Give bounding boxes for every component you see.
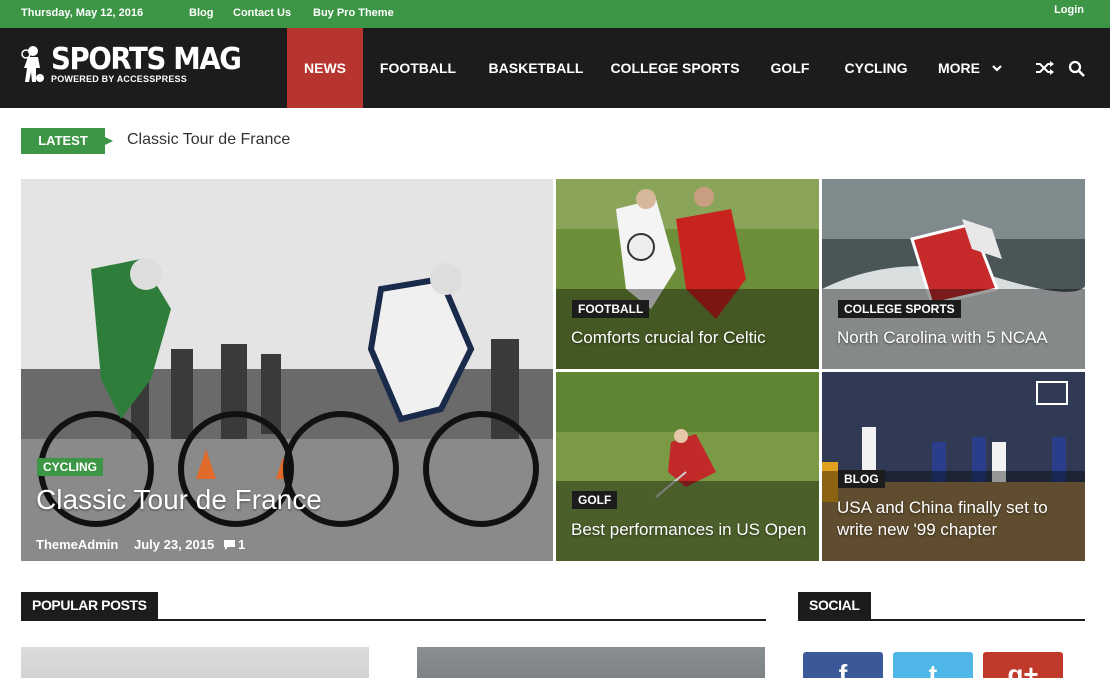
- nav-item-cycling[interactable]: CYCLING: [836, 28, 916, 108]
- featured-post-football[interactable]: FOOTBALL Comforts crucial for Celtic: [556, 179, 819, 369]
- nav-item-basketball[interactable]: BASKETBALL: [483, 28, 589, 108]
- chevron-down-icon[interactable]: [990, 59, 1004, 77]
- topbar-link-contact[interactable]: Contact Us: [233, 7, 291, 19]
- latest-headline[interactable]: Classic Tour de France: [127, 131, 290, 149]
- category-badge[interactable]: COLLEGE SPORTS: [838, 300, 961, 318]
- social-title: SOCIAL: [798, 592, 871, 619]
- category-badge[interactable]: FOOTBALL: [572, 300, 650, 318]
- facebook-icon[interactable]: f: [803, 652, 883, 678]
- popular-post-thumbnail[interactable]: [21, 647, 369, 678]
- twitter-icon[interactable]: t: [893, 652, 973, 678]
- post-author[interactable]: ThemeAdmin: [36, 537, 118, 552]
- featured-main-title[interactable]: Classic Tour de France: [36, 484, 322, 516]
- topbar-link-blog[interactable]: Blog: [189, 7, 213, 19]
- comment-icon: [224, 540, 235, 550]
- site-header: SPORTS MAG POWERED BY ACCESSPRESS NEWS F…: [0, 28, 1110, 108]
- topbar-link-buy-pro[interactable]: Buy Pro Theme: [313, 7, 394, 19]
- featured-main-post[interactable]: CYCLING Classic Tour de France ThemeAdmi…: [21, 179, 553, 561]
- featured-post-golf[interactable]: GOLF Best performances in US Open: [556, 372, 819, 561]
- popular-post-thumbnail[interactable]: [417, 647, 765, 678]
- search-icon[interactable]: [1068, 59, 1086, 77]
- shuffle-icon[interactable]: [1035, 59, 1055, 77]
- tile-title-line1[interactable]: USA and China finally set to: [837, 498, 1048, 518]
- logo-subtitle: POWERED BY ACCESSPRESS: [51, 74, 187, 84]
- nav-item-golf[interactable]: GOLF: [762, 28, 818, 108]
- social-heading: SOCIAL: [798, 592, 1085, 621]
- top-bar: Thursday, May 12, 2016 Blog Contact Us B…: [0, 0, 1110, 28]
- login-link[interactable]: Login: [1054, 4, 1084, 16]
- tile-title[interactable]: North Carolina with 5 NCAA: [837, 328, 1048, 348]
- current-date: Thursday, May 12, 2016: [21, 7, 144, 19]
- category-badge[interactable]: BLOG: [838, 470, 885, 488]
- tile-title[interactable]: Comforts crucial for Celtic: [571, 328, 766, 348]
- category-badge[interactable]: GOLF: [572, 491, 618, 509]
- featured-post-college-sports[interactable]: COLLEGE SPORTS North Carolina with 5 NCA…: [822, 179, 1085, 369]
- featured-post-blog[interactable]: BLOG USA and China finally set to write …: [822, 372, 1085, 561]
- popular-posts-title: POPULAR POSTS: [21, 592, 158, 619]
- tile-title[interactable]: Best performances in US Open: [571, 520, 806, 540]
- comment-count[interactable]: 1: [238, 537, 245, 552]
- nav-item-football[interactable]: FOOTBALL: [372, 28, 464, 108]
- logo-title: SPORTS MAG: [51, 42, 242, 77]
- player-logo-icon: [21, 46, 44, 82]
- post-date: July 23, 2015: [134, 537, 215, 552]
- nav-item-more[interactable]: MORE: [934, 28, 984, 108]
- nav-item-college-sports[interactable]: COLLEGE SPORTS: [606, 28, 744, 108]
- site-logo[interactable]: SPORTS MAG POWERED BY ACCESSPRESS: [20, 42, 242, 94]
- tile-title-line2[interactable]: write new '99 chapter: [837, 520, 997, 540]
- google-plus-icon[interactable]: g+: [983, 652, 1063, 678]
- category-badge[interactable]: CYCLING: [37, 458, 103, 476]
- nav-item-news[interactable]: NEWS: [287, 28, 363, 108]
- popular-posts-heading: POPULAR POSTS: [21, 592, 766, 621]
- latest-label: LATEST: [21, 128, 113, 154]
